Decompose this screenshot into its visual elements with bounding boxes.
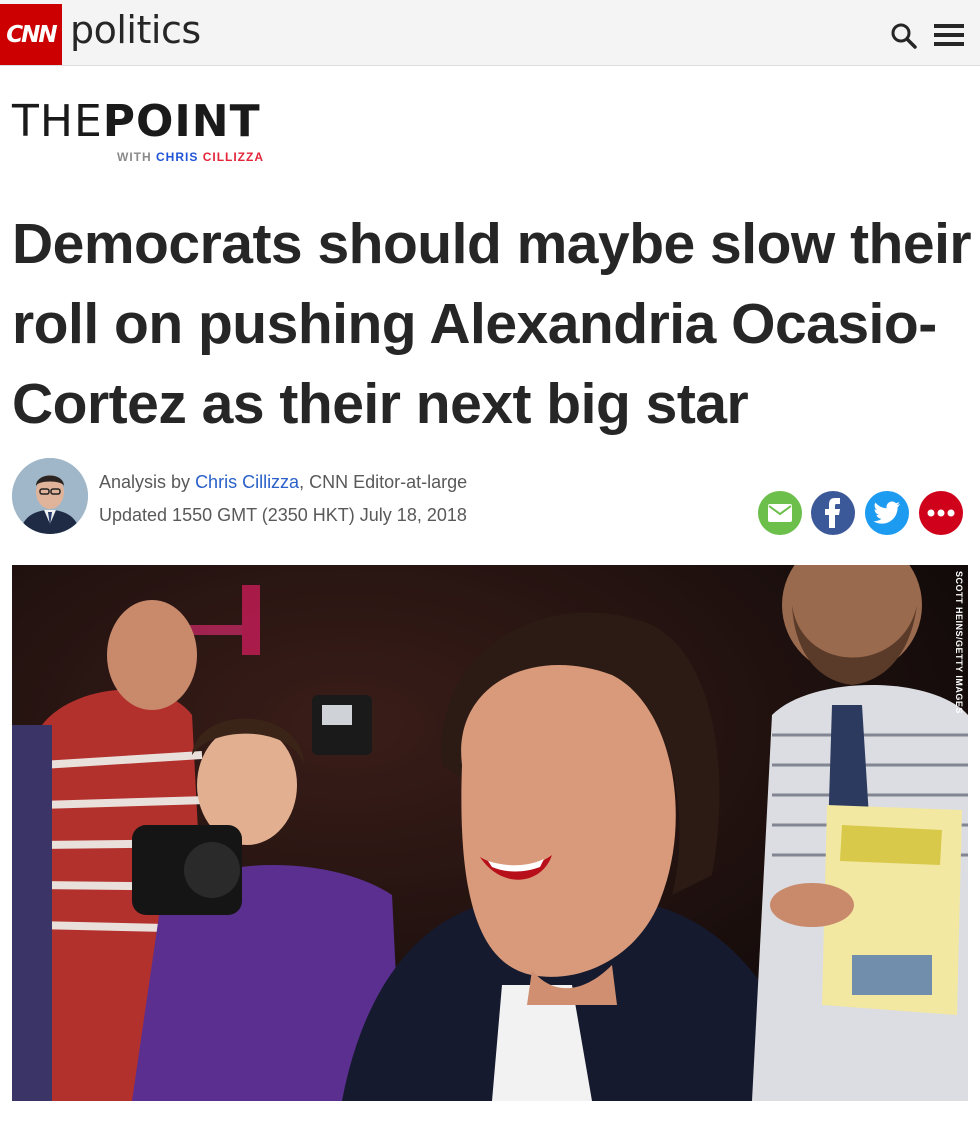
cnn-logo[interactable]: CNN	[0, 4, 62, 65]
photo-credit: SCOTT HEINS/GETTY IMAGES	[954, 571, 964, 714]
lead-photo[interactable]: SCOTT HEINS/GETTY IMAGES	[12, 565, 968, 1101]
cnn-logo-text: CNN	[6, 21, 57, 48]
more-share-button[interactable]	[919, 491, 963, 535]
twitter-icon	[873, 501, 900, 524]
section-title-politics[interactable]: politics	[70, 8, 201, 52]
the-point-logo: THEPOINT	[12, 96, 261, 148]
email-share-button[interactable]	[758, 491, 802, 535]
article-headline: Democrats should maybe slow their roll o…	[12, 212, 972, 436]
byline: Analysis by Chris Cillizza, CNN Editor-a…	[99, 470, 467, 494]
author-avatar[interactable]	[12, 458, 88, 534]
brand-point: POINT	[102, 96, 261, 147]
twitter-share-button[interactable]	[865, 491, 909, 535]
top-navigation-bar: CNN politics	[0, 0, 980, 66]
hamburger-menu-icon[interactable]	[934, 24, 964, 48]
author-link[interactable]: Chris Cillizza	[195, 472, 299, 492]
brand-with: WITH	[117, 150, 152, 164]
updated-timestamp: Updated 1550 GMT (2350 HKT) July 18, 201…	[99, 505, 467, 525]
facebook-share-button[interactable]	[811, 491, 855, 535]
brand-first-name: CHRIS	[156, 150, 199, 164]
byline-suffix: , CNN Editor-at-large	[299, 472, 468, 492]
more-icon	[927, 509, 955, 517]
brand-subtitle: WITH CHRIS CILLIZZA	[117, 150, 264, 164]
the-point-brand[interactable]: THEPOINT WITH CHRIS CILLIZZA	[12, 96, 263, 164]
byline-prefix: Analysis by	[99, 472, 191, 492]
search-icon[interactable]	[890, 22, 918, 50]
facebook-icon	[825, 498, 840, 528]
brand-the: THE	[12, 96, 103, 147]
email-icon	[768, 504, 792, 522]
brand-last-name: CILLIZZA	[202, 150, 265, 164]
